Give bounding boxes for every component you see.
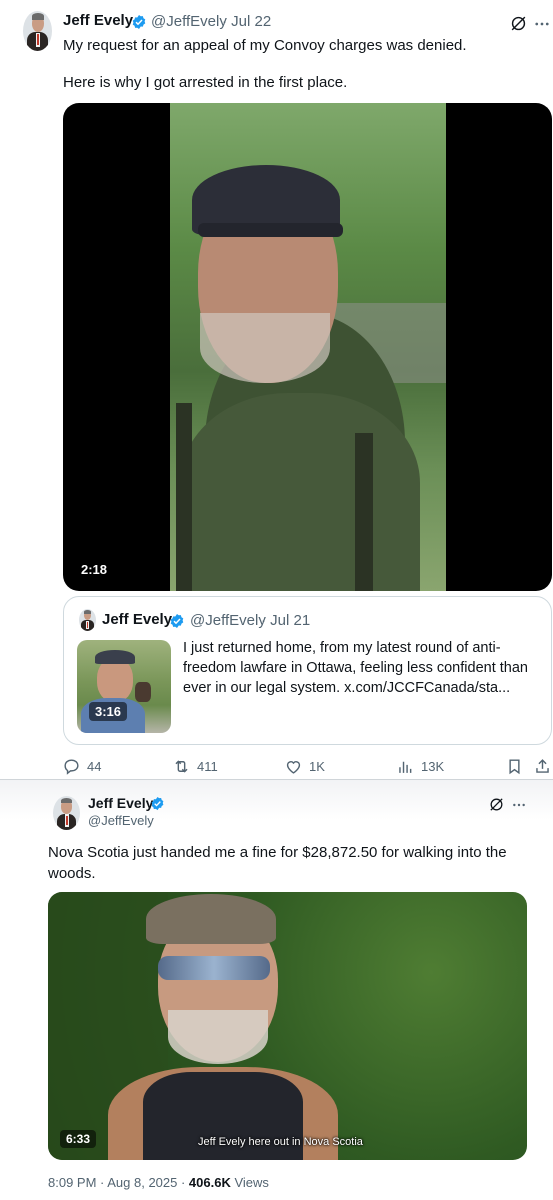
reply-button[interactable]: 44 (62, 754, 101, 778)
verified-badge-icon (132, 15, 146, 29)
repost-icon (175, 759, 188, 773)
quote-video-thumbnail[interactable]: 3:16 (77, 640, 171, 733)
post-date[interactable]: · Jul 22 (222, 13, 271, 30)
author-name[interactable]: Jeff Evely (63, 12, 133, 29)
tweet-actions: 44 411 1K 13K (0, 754, 553, 778)
like-button[interactable]: 1K (284, 754, 325, 778)
bookmark-button[interactable] (505, 754, 524, 778)
tweet-text-line-1: My request for an appeal of my Convoy ch… (63, 37, 467, 54)
author-name[interactable]: Jeff Evely (88, 795, 153, 811)
quote-author-avatar (79, 609, 96, 631)
reply-icon (64, 758, 79, 775)
like-icon (286, 760, 301, 774)
grok-icon[interactable] (488, 796, 505, 813)
video-caption: Jeff Evely here out in Nova Scotia (198, 1136, 363, 1148)
share-button[interactable] (533, 754, 552, 778)
repost-count: 411 (197, 758, 218, 774)
author-handle[interactable]: @JeffEvely (151, 13, 227, 30)
verified-badge-icon (170, 614, 184, 628)
post-timestamp[interactable]: 8:09 PM · Aug 8, 2025 · (48, 1175, 189, 1190)
quoted-tweet[interactable]: Jeff Evely @JeffEvely · Jul 21 3:16 I ju… (63, 596, 552, 745)
more-icon[interactable] (533, 15, 551, 33)
bookmark-icon (509, 758, 520, 774)
views-label: Views (230, 1175, 269, 1190)
views-icon (399, 761, 412, 773)
post-meta: 8:09 PM · Aug 8, 2025 · 406.6K Views (48, 1175, 269, 1190)
tweet-text-line-2: woods. (48, 865, 96, 882)
video-player[interactable]: 2:18 (63, 103, 552, 591)
repost-button[interactable]: 411 (172, 754, 218, 778)
verified-badge-icon (151, 796, 164, 811)
quote-text-line-1: I just returned home, from my latest rou… (183, 640, 501, 656)
video-frame (48, 892, 527, 1160)
reply-count: 44 (87, 758, 102, 774)
share-icon (536, 758, 549, 773)
quote-video-duration: 3:16 (89, 702, 128, 721)
views-count: 13K (421, 758, 445, 774)
video-duration: 6:33 (60, 1130, 97, 1148)
quote-author-name: Jeff Evely (102, 611, 173, 628)
author-handle[interactable]: @JeffEvely (88, 813, 154, 828)
video-duration: 2:18 (75, 560, 114, 579)
video-frame (170, 103, 446, 591)
quote-date: · Jul 21 (261, 612, 311, 629)
quote-author-handle: @JeffEvely (190, 612, 266, 629)
like-count: 1K (309, 758, 325, 774)
more-icon[interactable] (511, 797, 527, 813)
tweet-text-line-1: Nova Scotia just handed me a fine for $2… (48, 844, 507, 861)
video-player[interactable]: 6:33 Jeff Evely here out in Nova Scotia (48, 892, 527, 1160)
tweet-1[interactable]: Jeff Evely @JeffEvely · Jul 22 My reques… (0, 0, 553, 780)
grok-icon[interactable] (509, 14, 528, 33)
quote-text-line-2: freedom lawfare in Ottawa, feeling less … (183, 660, 528, 676)
view-count: 406.6K (188, 1175, 231, 1190)
author-avatar[interactable] (53, 796, 80, 830)
tweet-2[interactable]: Jeff Evely @JeffEvely Nova Scotia just h… (0, 780, 553, 1200)
quote-text-line-3: ever in our legal system. x.com/JCCFCana… (183, 680, 511, 696)
author-avatar[interactable] (23, 11, 52, 51)
views-button[interactable]: 13K (396, 754, 444, 778)
tweet-text-line-2: Here is why I got arrested in the first … (63, 74, 348, 91)
